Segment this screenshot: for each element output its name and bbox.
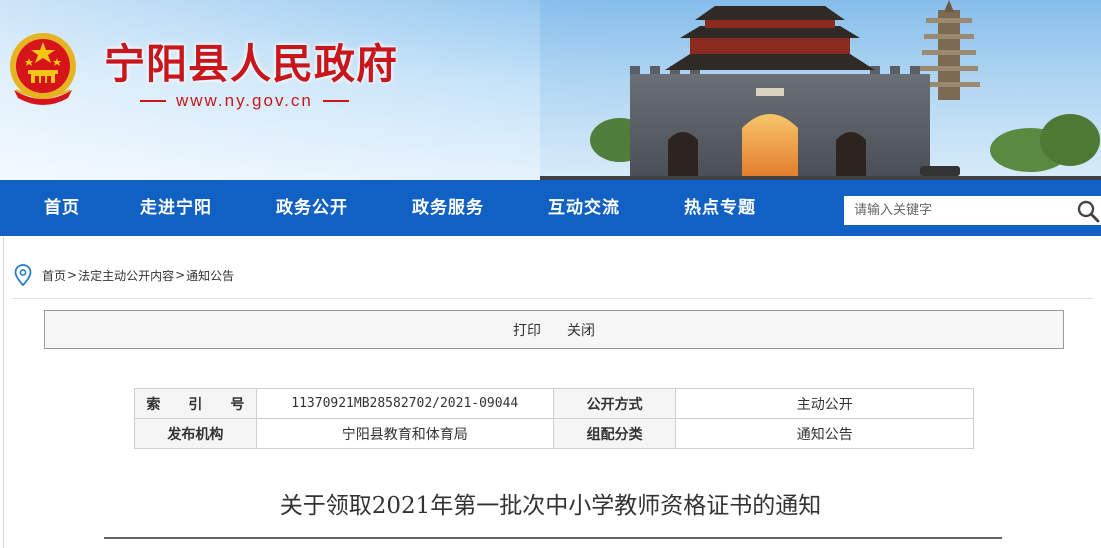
search-input[interactable] [844, 197, 1074, 224]
publisher-value: 宁阳县教育和体育局 [255, 418, 554, 449]
search-icon[interactable] [1076, 199, 1100, 223]
site-url-text: www.ny.gov.cn [176, 91, 313, 110]
location-pin-icon [14, 264, 32, 286]
meta-row: 发布机构 宁阳县教育和体育局 组配分类 通知公告 [134, 418, 974, 449]
site-title: 宁阳县人民政府 [104, 40, 398, 88]
article-title: 关于领取2021年第一批次中小学教师资格证书的通知 [279, 493, 822, 519]
nav-item-interaction[interactable]: 互动交流 [548, 180, 620, 236]
close-button[interactable]: 关闭 [567, 320, 595, 340]
national-emblem-icon [10, 33, 76, 105]
breadcrumb-divider [12, 298, 1093, 299]
header-banner: 宁阳县人民政府 www.ny.gov.cn [0, 0, 1101, 180]
index-number-label: 索 引 号 [134, 388, 257, 419]
url-dash-left [140, 100, 166, 102]
title-divider [104, 537, 1002, 539]
publisher-label: 发布机构 [134, 418, 257, 449]
disclosure-method-label: 公开方式 [552, 388, 677, 419]
breadcrumb-notices[interactable]: 通知公告 [186, 267, 234, 284]
site-url: www.ny.gov.cn [140, 90, 368, 112]
index-number-value: 11370921MB28582702/2021-09044 [255, 388, 554, 419]
search-box [844, 196, 1101, 225]
category-value: 通知公告 [675, 418, 974, 449]
breadcrumb-home[interactable]: 首页 [42, 267, 66, 284]
breadcrumb-statutory-disclosure[interactable]: 法定主动公开内容 [78, 267, 174, 284]
meta-row: 索 引 号 11370921MB28582702/2021-09044 公开方式… [134, 388, 974, 419]
print-button[interactable]: 打印 [513, 320, 541, 340]
nav-item-home[interactable]: 首页 [44, 180, 80, 236]
category-label: 组配分类 [552, 418, 677, 449]
nav-item-gov-disclosure[interactable]: 政务公开 [276, 180, 348, 236]
article-toolbar: 打印 关闭 [44, 310, 1064, 349]
nav-item-gov-services[interactable]: 政务服务 [412, 180, 484, 236]
breadcrumb-separator: > [67, 268, 78, 282]
document-meta-table: 索 引 号 11370921MB28582702/2021-09044 公开方式… [134, 388, 974, 449]
nav-item-hot-topics[interactable]: 热点专题 [684, 180, 756, 236]
city-gate-illustration [540, 0, 1101, 180]
nav-item-about-ningyang[interactable]: 走进宁阳 [140, 180, 212, 236]
url-dash-right [322, 100, 349, 102]
disclosure-method-value: 主动公开 [675, 388, 974, 419]
breadcrumb: 首页 > 法定主动公开内容 > 通知公告 [14, 264, 234, 286]
breadcrumb-separator: > [175, 268, 186, 282]
